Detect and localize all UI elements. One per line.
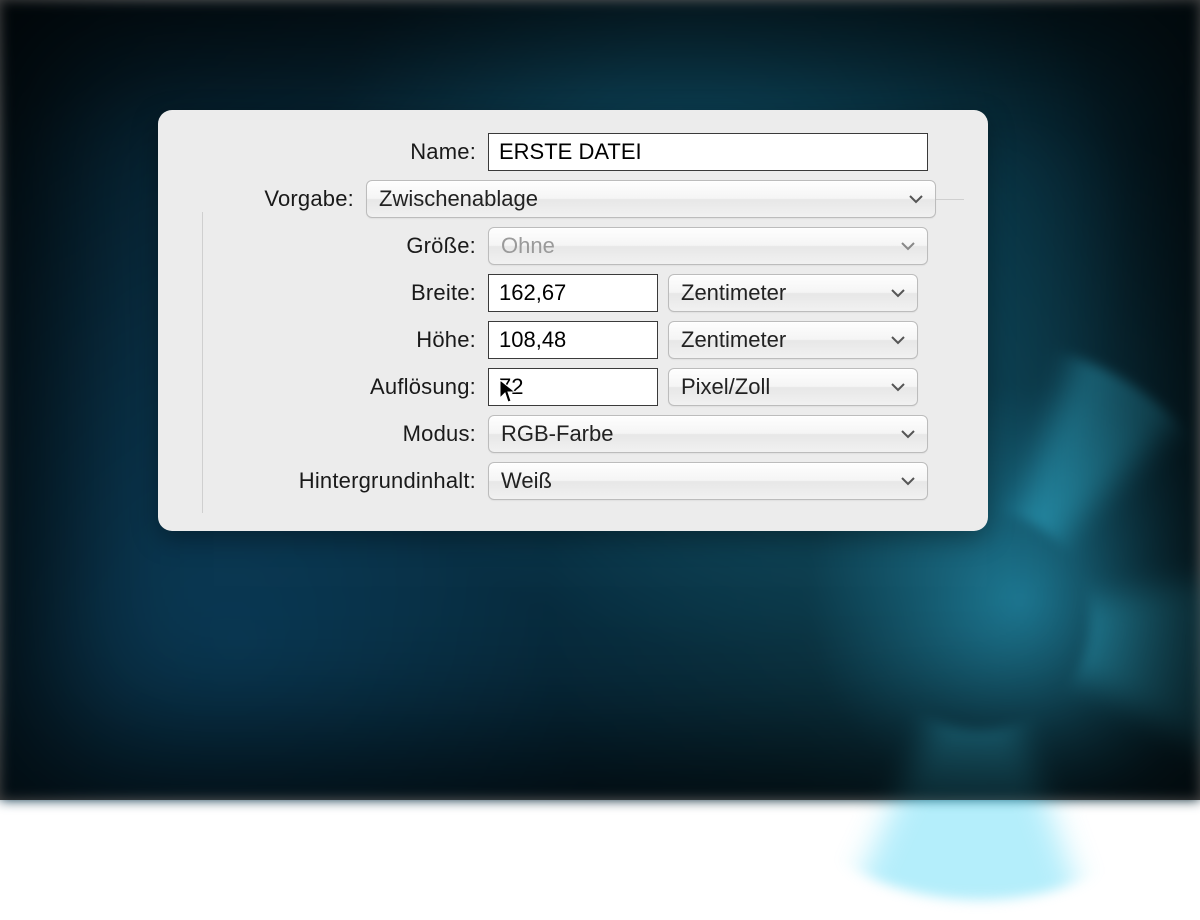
label-resolution: Auflösung: <box>176 374 488 400</box>
resolution-unit-value: Pixel/Zoll <box>681 374 770 400</box>
label-size: Größe: <box>176 233 488 259</box>
label-mode: Modus: <box>176 421 488 447</box>
row-mode: Modus: RGB-Farbe <box>176 415 970 453</box>
row-width: Breite: Zentimeter <box>176 274 970 312</box>
height-unit-value: Zentimeter <box>681 327 786 353</box>
row-resolution: Auflösung: Pixel/Zoll <box>176 368 970 406</box>
label-background: Hintergrundinhalt: <box>176 468 488 494</box>
label-width: Breite: <box>176 280 488 306</box>
preset-select-value: Zwischenablage <box>379 186 538 212</box>
group-divider <box>202 198 203 513</box>
label-height: Höhe: <box>176 327 488 353</box>
preset-select[interactable]: Zwischenablage <box>366 180 936 218</box>
row-preset: Vorgabe: Zwischenablage <box>176 180 970 218</box>
size-select-value: Ohne <box>501 233 555 259</box>
size-select[interactable]: Ohne <box>488 227 928 265</box>
width-input[interactable] <box>488 274 658 312</box>
height-unit-select[interactable]: Zentimeter <box>668 321 918 359</box>
chevron-down-icon <box>891 288 905 298</box>
chevron-down-icon <box>901 476 915 486</box>
resolution-input[interactable] <box>488 368 658 406</box>
background-select[interactable]: Weiß <box>488 462 928 500</box>
background-select-value: Weiß <box>501 468 552 494</box>
chevron-down-icon <box>901 241 915 251</box>
mode-select[interactable]: RGB-Farbe <box>488 415 928 453</box>
resolution-unit-select[interactable]: Pixel/Zoll <box>668 368 918 406</box>
width-unit-value: Zentimeter <box>681 280 786 306</box>
new-document-panel: Name: Vorgabe: Zwischenablage Größe: Ohn… <box>158 110 988 531</box>
chevron-down-icon <box>891 335 905 345</box>
label-preset: Vorgabe: <box>176 186 366 212</box>
label-name: Name: <box>176 139 488 165</box>
mode-select-value: RGB-Farbe <box>501 421 613 447</box>
chevron-down-icon <box>891 382 905 392</box>
row-height: Höhe: Zentimeter <box>176 321 970 359</box>
row-size: Größe: Ohne <box>176 227 970 265</box>
height-input[interactable] <box>488 321 658 359</box>
row-background: Hintergrundinhalt: Weiß <box>176 462 970 500</box>
name-input[interactable] <box>488 133 928 171</box>
chevron-down-icon <box>909 194 923 204</box>
width-unit-select[interactable]: Zentimeter <box>668 274 918 312</box>
chevron-down-icon <box>901 429 915 439</box>
row-name: Name: <box>176 133 970 171</box>
